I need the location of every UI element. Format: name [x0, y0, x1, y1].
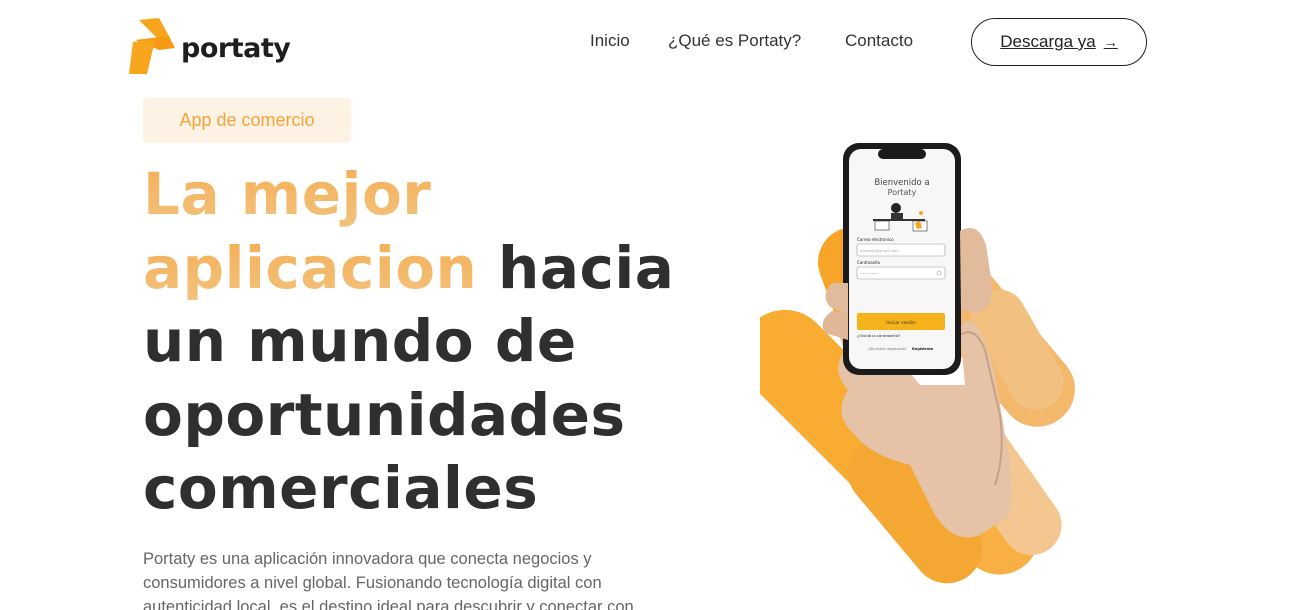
hero-headline: La mejor aplicacion hacia un mundo de op… — [143, 158, 743, 526]
headline-highlight-1: La mejor — [143, 160, 432, 228]
phone-email-label: Correo electronico — [857, 237, 894, 242]
phone-forgot-link: ¿Olvidó la contraseña? — [857, 333, 900, 338]
phone-password-label: Contraseña — [857, 260, 881, 265]
headline-rest-3: oportunidades — [143, 380, 626, 449]
phone-register-link: Registrate — [912, 347, 934, 351]
nav-link-contacto[interactable]: Contacto — [845, 31, 913, 51]
download-button-label: Descarga ya — [1000, 32, 1096, 51]
headline-rest-2: un mundo de — [143, 307, 577, 375]
brand-logo[interactable]: portaty — [129, 16, 291, 76]
download-button[interactable]: Descarga ya → — [971, 18, 1147, 66]
phone-welcome-1: Bienvenido a — [874, 178, 929, 188]
headline-highlight-2: aplicacion — [143, 233, 478, 302]
phone-email-placeholder: ejemplo@gmail.com — [860, 248, 899, 253]
nav-link-que-es[interactable]: ¿Qué es Portaty? — [668, 31, 801, 51]
headline-rest-4: comerciales — [143, 454, 539, 522]
brand-name: portaty — [181, 32, 291, 64]
headline-rest-1: hacia — [498, 233, 675, 302]
arrow-right-icon: → — [1103, 34, 1118, 50]
site-header: portaty Inicio ¿Qué es Portaty? Contacto… — [0, 0, 1303, 90]
phone-welcome-2: Portaty — [888, 188, 917, 197]
nav-link-inicio[interactable]: Inicio — [590, 31, 630, 51]
hero-description: Portaty es una aplicación innovadora que… — [143, 550, 634, 610]
phone-login-label: Iniciar sesión — [886, 319, 916, 326]
smartphone: Bienvenido a Portaty Correo electronico … — [843, 143, 961, 375]
phone-in-hand-illustration: Bienvenido a Portaty Correo electronico … — [760, 143, 1075, 584]
phone-password-placeholder: •••••••• — [860, 271, 878, 276]
category-badge: App de comercio — [143, 98, 351, 143]
phone-register-prompt: ¿No estás registrado? — [868, 347, 907, 351]
portaty-logo-icon — [129, 18, 175, 74]
